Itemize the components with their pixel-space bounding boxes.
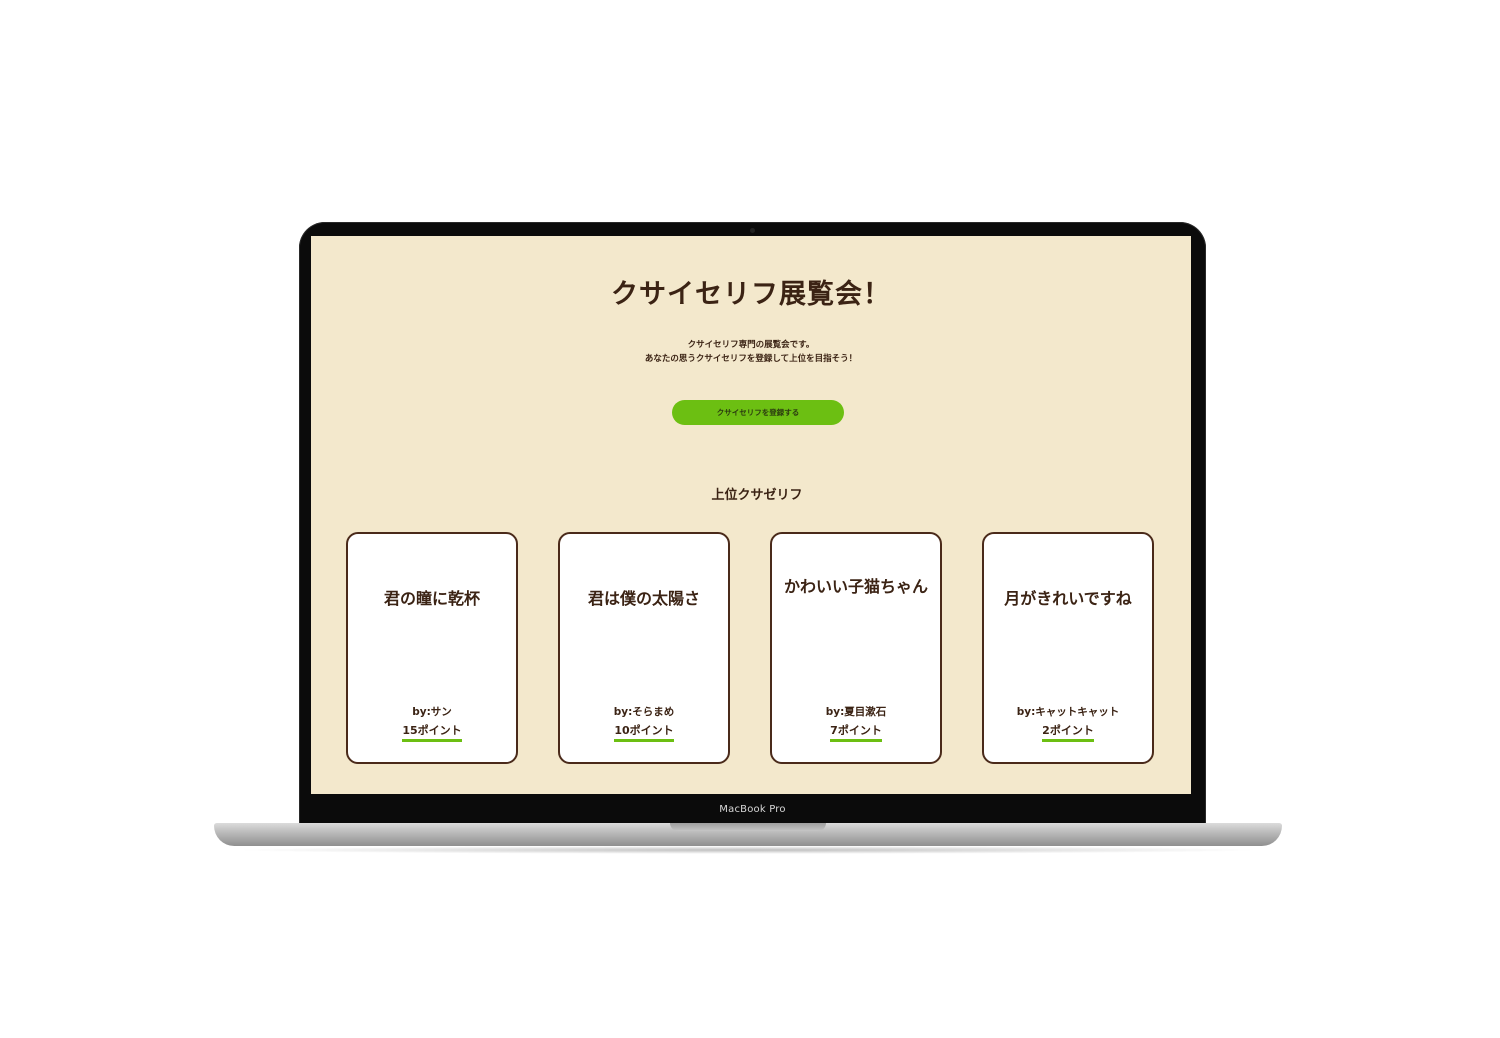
camera-icon (750, 228, 755, 233)
quote-card[interactable]: 月がきれいですね by:キャットキャット 2ポイント (982, 532, 1154, 764)
stage: クサイセリフ展覧会！ クサイセリフ専門の展覧会です。 あなたの思うクサイセリフを… (0, 0, 1500, 1038)
card-points: 2ポイント (1042, 722, 1094, 742)
quote-card[interactable]: かわいい子猫ちゃん by:夏目漱石 7ポイント (770, 532, 942, 764)
quote-card[interactable]: 君の瞳に乾杯 by:サン 15ポイント (346, 532, 518, 764)
card-author: by:キャットキャット (1016, 706, 1120, 718)
laptop-base (214, 823, 1282, 846)
description-line-2: あなたの思うクサイセリフを登録して上位を目指そう！ (644, 354, 858, 364)
card-points: 15ポイント (402, 722, 462, 742)
card-points: 7ポイント (830, 722, 882, 742)
card-points: 10ポイント (614, 722, 674, 742)
page-title: クサイセリフ展覧会！ (611, 279, 891, 310)
card-author: by:サン (412, 706, 452, 718)
description-line-1: クサイセリフ専門の展覧会です。 (687, 340, 815, 350)
laptop-lid: クサイセリフ展覧会！ クサイセリフ専門の展覧会です。 あなたの思うクサイセリフを… (299, 222, 1206, 826)
section-title: 上位クサゼリフ (711, 488, 803, 503)
card-quote: 月がきれいですね (1004, 589, 1132, 608)
laptop-shadow (232, 846, 1264, 854)
register-quote-button[interactable]: クサイセリフを登録する (672, 400, 844, 425)
laptop-screen: クサイセリフ展覧会！ クサイセリフ専門の展覧会です。 あなたの思うクサイセリフを… (311, 236, 1191, 794)
quote-card-list: 君の瞳に乾杯 by:サン 15ポイント 君は僕の太陽さ by:そらまめ 10ポイ… (346, 532, 1158, 768)
laptop-notch (670, 823, 826, 831)
quote-card[interactable]: 君は僕の太陽さ by:そらまめ 10ポイント (558, 532, 730, 764)
card-quote: 君は僕の太陽さ (587, 589, 700, 608)
card-quote: かわいい子猫ちゃん (783, 577, 928, 596)
page-description: クサイセリフ専門の展覧会です。 あなたの思うクサイセリフを登録して上位を目指そう… (311, 338, 1191, 366)
card-quote: 君の瞳に乾杯 (383, 589, 480, 608)
card-author: by:夏目漱石 (825, 706, 887, 718)
card-author: by:そらまめ (613, 706, 675, 718)
device-label: MacBook Pro (719, 804, 786, 815)
